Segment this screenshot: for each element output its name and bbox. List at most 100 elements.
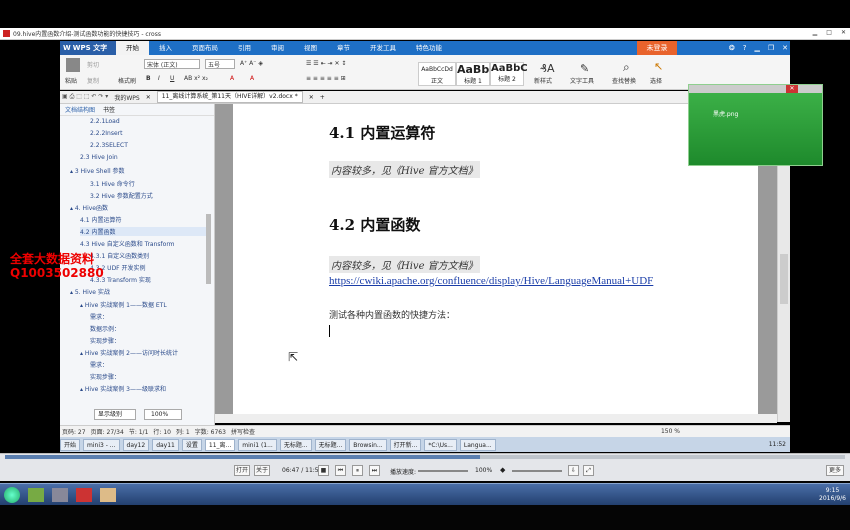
- app-icon[interactable]: [28, 487, 44, 502]
- outline-item[interactable]: ▴ Hive 实战案例 1——数据 ETL: [80, 300, 167, 309]
- outline-item[interactable]: 2.2.3SELECT: [90, 142, 128, 149]
- outline-item[interactable]: ▴ 3 Hive Shell 参数: [70, 166, 125, 175]
- taskbar-item[interactable]: Browsin...: [349, 438, 387, 451]
- outline-item[interactable]: ▴ Hive 实战案例 2——访问时长统计: [80, 348, 178, 357]
- outline-item[interactable]: ▴ Hive 实战案例 3——级联求和: [80, 384, 166, 393]
- tab-page-layout[interactable]: 页面布局: [182, 41, 228, 55]
- text-tools-button[interactable]: 文字工具: [570, 76, 594, 85]
- format-painter-button[interactable]: 格式刷: [118, 76, 136, 85]
- tab-home[interactable]: 开始: [116, 41, 149, 55]
- font-family-select[interactable]: 宋体 (正文): [144, 59, 200, 69]
- tab-document[interactable]: 11_离线计算系统_第11天（HIVE详解）v2.docx *: [156, 91, 303, 103]
- outline-item[interactable]: 需求：: [90, 360, 108, 369]
- copy-button[interactable]: 复制: [87, 76, 99, 85]
- paste-icon[interactable]: [66, 58, 80, 72]
- taskbar-item[interactable]: mini3 - ...: [83, 438, 120, 451]
- outline-item[interactable]: 2.3 Hive Join: [80, 154, 118, 161]
- close-icon[interactable]: ✕: [786, 85, 798, 93]
- taskbar-item[interactable]: 无标题...: [279, 438, 312, 451]
- pause-icon[interactable]: ⏸: [352, 465, 363, 476]
- paste-button[interactable]: 粘贴: [65, 76, 77, 85]
- tab-review[interactable]: 审阅: [261, 41, 294, 55]
- outline-item[interactable]: 实现步骤：: [90, 336, 120, 345]
- tab-bookmarks[interactable]: 书签: [103, 105, 115, 114]
- outline-item[interactable]: 实现步骤：: [90, 372, 120, 381]
- next-icon[interactable]: ⏭: [369, 465, 380, 476]
- volume-icon[interactable]: ◆: [500, 466, 505, 474]
- scroll-thumb[interactable]: [780, 254, 788, 304]
- close-icon[interactable]: ✕: [841, 29, 846, 36]
- start-button[interactable]: 开始: [60, 438, 81, 451]
- font-grow-icon[interactable]: A⁺ A⁻ ◈: [240, 60, 263, 67]
- fullscreen-icon[interactable]: ⤢: [583, 465, 594, 476]
- taskbar-item[interactable]: Langua...: [459, 438, 496, 451]
- strike-icon[interactable]: AB x² x₂: [184, 75, 208, 82]
- login-button[interactable]: 未登录: [637, 41, 677, 55]
- restore-icon[interactable]: ❐: [768, 41, 774, 55]
- tab-chapter[interactable]: 章节: [327, 41, 360, 55]
- skin-icon[interactable]: ❂: [729, 41, 735, 55]
- tab-my-wps[interactable]: 我的WPS: [114, 93, 139, 102]
- speed-slider[interactable]: [418, 470, 468, 472]
- document-page[interactable]: 4.1 内置运算符 内容较多，见《Hive 官方文档》 4.2 内置函数 内容较…: [233, 104, 758, 422]
- outline-item[interactable]: 2.2.1Load: [90, 118, 120, 125]
- outline-item[interactable]: ▴ 4. Hive函数: [70, 203, 108, 212]
- prev-icon[interactable]: ⏮: [335, 465, 346, 476]
- horizontal-scrollbar[interactable]: [215, 414, 777, 423]
- app-icon[interactable]: [52, 487, 68, 502]
- bold-icon[interactable]: B: [146, 75, 151, 82]
- font-color-icon[interactable]: A: [230, 75, 234, 82]
- open-button[interactable]: 打开: [234, 465, 250, 476]
- new-style-button[interactable]: 新样式: [534, 76, 552, 85]
- about-button[interactable]: 关于: [254, 465, 270, 476]
- outline-item[interactable]: ▴ 5. Hive 实战: [70, 287, 110, 296]
- maximize-icon[interactable]: □: [826, 29, 832, 36]
- tab-doc-structure[interactable]: 文档结构图: [65, 105, 95, 114]
- taskbar-item[interactable]: 设置: [181, 438, 202, 451]
- outline-item[interactable]: 需求：: [90, 312, 108, 321]
- volume-slider[interactable]: [512, 470, 562, 472]
- stop-icon[interactable]: ■: [318, 465, 329, 476]
- minimize-icon[interactable]: ▁: [813, 29, 818, 36]
- tab-developer[interactable]: 开发工具: [360, 41, 406, 55]
- style-normal[interactable]: AaBbCcDd 正文: [418, 62, 456, 86]
- panel-zoom-select[interactable]: 100%: [144, 409, 182, 420]
- taskbar-item[interactable]: day12: [122, 438, 150, 451]
- close-icon[interactable]: ✕: [146, 94, 151, 101]
- taskbar-item[interactable]: 11_离...: [204, 438, 236, 451]
- udf-link[interactable]: https://cwiki.apache.org/confluence/disp…: [329, 275, 653, 287]
- font-size-select[interactable]: 五号: [205, 59, 235, 69]
- minimize-icon[interactable]: ▁: [754, 41, 759, 55]
- quick-access-icons[interactable]: ▣ ⎙ ⬚ ⬚ ↶ ↷ ▾: [62, 93, 108, 101]
- spell-check-toggle[interactable]: 拼写检查: [231, 427, 255, 436]
- outline-item[interactable]: 4.1 内置运算符: [80, 215, 121, 224]
- taskbar-item[interactable]: 打开新...: [389, 438, 422, 451]
- seek-bar[interactable]: [5, 455, 845, 459]
- tab-insert[interactable]: 插入: [149, 41, 182, 55]
- more-button[interactable]: 更多: [826, 465, 844, 476]
- panel-scrollbar[interactable]: [206, 214, 211, 284]
- taskbar-item[interactable]: *C:\Us...: [424, 438, 457, 451]
- close-icon[interactable]: ✕: [782, 41, 788, 55]
- outline-item[interactable]: 3.1 Hive 命令行: [90, 179, 135, 188]
- list-icon[interactable]: ☰ ☰ ⇤ ⇥ ✕ ↕: [306, 60, 346, 67]
- select-button[interactable]: 选择: [650, 76, 662, 85]
- help-icon[interactable]: ?: [743, 41, 747, 55]
- style-heading2[interactable]: AaBbC 标题 2: [490, 62, 528, 86]
- close-icon[interactable]: ✕: [309, 94, 314, 101]
- player-app-icon[interactable]: [76, 487, 92, 502]
- italic-icon[interactable]: I: [158, 75, 160, 82]
- outline-item[interactable]: 4.3 Hive 自定义函数和 Transform: [80, 239, 175, 248]
- windows-start-icon[interactable]: [4, 486, 20, 503]
- folder-icon[interactable]: [100, 487, 116, 502]
- taskbar-item[interactable]: mini1 (1...: [238, 438, 277, 451]
- tab-references[interactable]: 引用: [228, 41, 261, 55]
- tab-view[interactable]: 视图: [294, 41, 327, 55]
- taskbar-item[interactable]: day11: [152, 438, 179, 451]
- display-level-select[interactable]: 显示级别: [94, 409, 136, 420]
- outline-item[interactable]: 2.2.2Insert: [90, 130, 122, 137]
- new-tab-icon[interactable]: +: [320, 94, 325, 101]
- cut-button[interactable]: 剪切: [87, 60, 99, 69]
- wps-logo[interactable]: W WPS 文字: [60, 41, 116, 55]
- download-icon[interactable]: ⇩: [568, 465, 579, 476]
